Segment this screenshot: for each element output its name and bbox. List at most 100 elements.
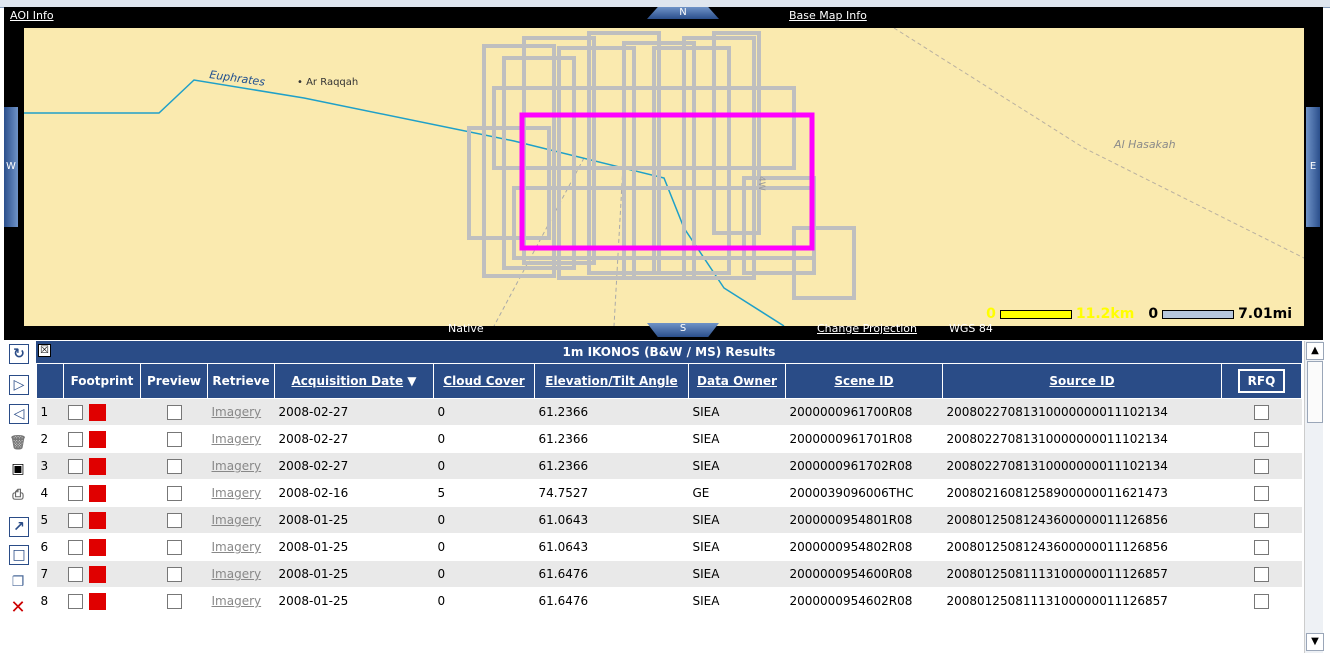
results-body: 1 Imagery 2008-02-27 0 61.2366 SIEA 2000000961…	[36, 398, 1302, 615]
source-id-cell: 20080227081310000000011102134	[942, 452, 1222, 480]
rfq-checkbox[interactable]	[1254, 539, 1269, 555]
row-number: 3	[36, 452, 64, 480]
preview-checkbox[interactable]	[166, 539, 182, 555]
elevation-tilt-header[interactable]: Elevation/Tilt Angle	[534, 363, 689, 399]
imagery-link[interactable]: Imagery	[212, 567, 262, 581]
copy-icon[interactable]: ❐	[9, 573, 27, 591]
preview-checkbox[interactable]	[166, 485, 182, 501]
acquisition-date-sort-link[interactable]: Acquisition Date	[291, 374, 403, 388]
scene-id-header[interactable]: Scene ID	[785, 363, 943, 399]
map-info-bar: Native Change Projection WGS 84	[4, 319, 1323, 341]
footprint-checkbox[interactable]	[67, 485, 83, 501]
footprint-checkbox[interactable]	[67, 593, 83, 609]
footprint-color-swatch[interactable]	[88, 592, 106, 610]
elevation-tilt-cell: 61.2366	[534, 398, 689, 426]
preview-cell	[140, 506, 208, 534]
pan-east-button[interactable]: E	[1306, 107, 1320, 227]
select-all-icon[interactable]: □	[9, 545, 29, 565]
rfq-checkbox[interactable]	[1254, 593, 1269, 609]
elevation-tilt-cell: 74.7527	[534, 479, 689, 507]
preview-checkbox[interactable]	[166, 431, 182, 447]
footprint-checkbox[interactable]	[67, 512, 83, 528]
scroll-thumb[interactable]	[1307, 361, 1323, 423]
source-id-sort-link[interactable]: Source ID	[1049, 374, 1114, 388]
acquisition-date-cell: 2008-01-25	[274, 587, 434, 615]
imagery-link[interactable]: Imagery	[212, 459, 262, 473]
footprint-color-swatch[interactable]	[88, 430, 106, 448]
base-map-info-link[interactable]: Base Map Info	[789, 9, 867, 22]
data-owner-sort-link[interactable]: Data Owner	[697, 374, 777, 388]
row-number: 4	[36, 479, 64, 507]
trash-icon[interactable]: 🗑	[9, 434, 27, 452]
footprint-checkbox[interactable]	[67, 539, 83, 555]
elevation-tilt-cell: 61.2366	[534, 452, 689, 480]
footprint-color-swatch[interactable]	[88, 457, 106, 475]
footprint-color-swatch[interactable]	[88, 403, 106, 421]
imagery-link[interactable]: Imagery	[212, 594, 262, 608]
next-icon[interactable]: ▷	[9, 375, 29, 395]
rfq-checkbox[interactable]	[1254, 566, 1269, 582]
data-owner-cell: SIEA	[688, 533, 786, 561]
scale-km-bar	[999, 309, 1072, 319]
rfq-checkbox[interactable]	[1254, 404, 1269, 420]
rfq-checkbox[interactable]	[1254, 512, 1269, 528]
preview-checkbox[interactable]	[166, 566, 182, 582]
cloud-cover-header[interactable]: Cloud Cover	[433, 363, 535, 399]
previous-icon[interactable]: ◁	[9, 404, 29, 424]
preview-checkbox[interactable]	[166, 512, 182, 528]
source-id-cell: 20080227081310000000011102134	[942, 425, 1222, 453]
scene-id-sort-link[interactable]: Scene ID	[834, 374, 893, 388]
rfq-button[interactable]: RFQ	[1237, 369, 1286, 393]
footprint-checkbox[interactable]	[67, 431, 83, 447]
footprint-checkbox[interactable]	[67, 566, 83, 582]
save-icon[interactable]: ▣	[9, 460, 27, 478]
preview-checkbox[interactable]	[166, 458, 182, 474]
rfq-checkbox[interactable]	[1254, 485, 1269, 501]
rfq-checkbox[interactable]	[1254, 458, 1269, 474]
pan-north-button[interactable]: N	[647, 7, 719, 19]
footprint-checkbox[interactable]	[67, 458, 83, 474]
pan-west-button[interactable]: W	[4, 107, 18, 227]
refresh-icon[interactable]: ↻	[9, 344, 29, 364]
results-scrollbar[interactable]: ▲ ▼	[1304, 341, 1324, 653]
print-icon[interactable]: ⎙	[9, 486, 27, 504]
map-canvas[interactable]: Euphrates • Ar Raqqah Al Hasakah 4W 0 11…	[24, 28, 1304, 326]
acquisition-date-cell: 2008-01-25	[274, 533, 434, 561]
imagery-link[interactable]: Imagery	[212, 405, 262, 419]
footprint-checkbox[interactable]	[67, 404, 83, 420]
source-id-cell: 20080227081310000000011102134	[942, 398, 1222, 426]
change-projection-link[interactable]: Change Projection	[817, 322, 917, 335]
rfq-cell	[1221, 560, 1302, 588]
results-toolbar: ↻ ▷ ◁ 🗑 ▣ ⎙ ↗ □ ❐ ✕	[4, 341, 36, 653]
data-owner-header[interactable]: Data Owner	[688, 363, 786, 399]
cloud-cover-cell: 0	[433, 506, 535, 534]
footprint-color-swatch[interactable]	[88, 538, 106, 556]
footprint-cell	[63, 452, 141, 480]
footprint-color-swatch[interactable]	[88, 484, 106, 502]
preview-cell	[140, 425, 208, 453]
aoi-info-link[interactable]: AOI Info	[10, 9, 54, 22]
preview-checkbox[interactable]	[166, 404, 182, 420]
select-all-checkbox[interactable]: ☒	[38, 344, 51, 357]
preview-checkbox[interactable]	[166, 593, 182, 609]
footprint-color-swatch[interactable]	[88, 511, 106, 529]
rfq-checkbox[interactable]	[1254, 431, 1269, 447]
export-icon[interactable]: ↗	[9, 517, 29, 537]
elevation-tilt-sort-link[interactable]: Elevation/Tilt Angle	[545, 374, 677, 388]
imagery-link[interactable]: Imagery	[212, 540, 262, 554]
acquisition-date-header[interactable]: Acquisition Date ▼	[274, 363, 434, 399]
rfq-cell	[1221, 479, 1302, 507]
source-id-header[interactable]: Source ID	[942, 363, 1222, 399]
imagery-link[interactable]: Imagery	[212, 432, 262, 446]
clear-icon[interactable]: ✕	[9, 599, 27, 617]
imagery-link[interactable]: Imagery	[212, 486, 262, 500]
footprint-color-swatch[interactable]	[88, 565, 106, 583]
aoi-rectangle[interactable]	[519, 112, 815, 251]
scroll-up-icon[interactable]: ▲	[1306, 342, 1324, 360]
scroll-down-icon[interactable]: ▼	[1306, 633, 1324, 651]
acquisition-date-cell: 2008-01-25	[274, 506, 434, 534]
row-number: 2	[36, 425, 64, 453]
imagery-link[interactable]: Imagery	[212, 513, 262, 527]
data-owner-cell: SIEA	[688, 506, 786, 534]
cloud-cover-sort-link[interactable]: Cloud Cover	[443, 374, 524, 388]
